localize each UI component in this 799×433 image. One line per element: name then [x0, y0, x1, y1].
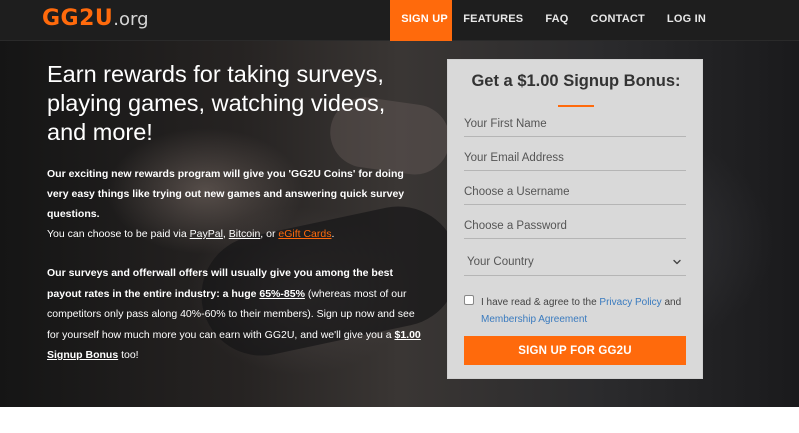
membership-agreement-link[interactable]: Membership Agreement: [481, 314, 587, 325]
username-input[interactable]: [464, 183, 686, 205]
payout-sep-2: , or: [260, 228, 279, 240]
nav-login[interactable]: LOG IN: [656, 0, 799, 41]
country-select-value: Your Country: [467, 256, 534, 268]
logo-main-text: GG2U: [42, 6, 114, 31]
signup-submit-button[interactable]: SIGN UP FOR GG2U: [464, 336, 686, 365]
chevron-down-icon: [673, 259, 681, 265]
terms-agreement-text: I have read & agree to the Privacy Polic…: [481, 294, 691, 328]
top-navbar: GG2U .org SIGN UP FEATURES FAQ CONTACT L…: [0, 0, 799, 41]
first-name-input[interactable]: [464, 115, 686, 137]
agree-prefix: I have read & agree to the: [481, 297, 600, 308]
nav-contact[interactable]: CONTACT: [580, 0, 656, 41]
email-input[interactable]: [464, 149, 686, 171]
hero-intro-paragraph: Our exciting new rewards program will gi…: [47, 168, 405, 220]
title-divider: [558, 105, 594, 107]
terms-checkbox[interactable]: [464, 295, 474, 305]
rates-part-3: too!: [118, 349, 139, 361]
password-input[interactable]: [464, 217, 686, 239]
logo-suffix-text: .org: [113, 9, 149, 30]
payout-prefix: You can choose to be paid via: [47, 228, 190, 240]
hero-section: Earn rewards for taking surveys, playing…: [0, 41, 799, 407]
country-select[interactable]: Your Country: [464, 250, 686, 276]
hero-payout-methods-paragraph: You can choose to be paid via PayPal, Bi…: [47, 224, 427, 244]
signup-form-title: Get a $1.00 Signup Bonus:: [471, 72, 681, 90]
hero-payout-rates-paragraph: Our surveys and offerwall offers will us…: [47, 263, 427, 366]
paypal-link[interactable]: PayPal: [190, 228, 223, 240]
site-logo[interactable]: GG2U .org: [42, 6, 149, 34]
nav-faq[interactable]: FAQ: [534, 0, 579, 41]
egift-cards-link[interactable]: eGift Cards: [278, 228, 331, 240]
nav-features[interactable]: FEATURES: [452, 0, 534, 41]
nav-links: SIGN UP FEATURES FAQ CONTACT LOG IN: [390, 0, 799, 41]
signup-form: Get a $1.00 Signup Bonus: Your Country I…: [447, 59, 703, 379]
hero-heading: Earn rewards for taking surveys, playing…: [47, 61, 386, 145]
nav-signup[interactable]: SIGN UP: [390, 0, 453, 41]
page-below-fold: [0, 407, 799, 433]
payout-suffix: .: [331, 228, 335, 240]
privacy-policy-link[interactable]: Privacy Policy: [599, 297, 661, 308]
agree-mid: and: [661, 297, 682, 308]
bitcoin-link[interactable]: Bitcoin: [229, 228, 261, 240]
rates-highlight: 65%-85%: [259, 287, 305, 300]
